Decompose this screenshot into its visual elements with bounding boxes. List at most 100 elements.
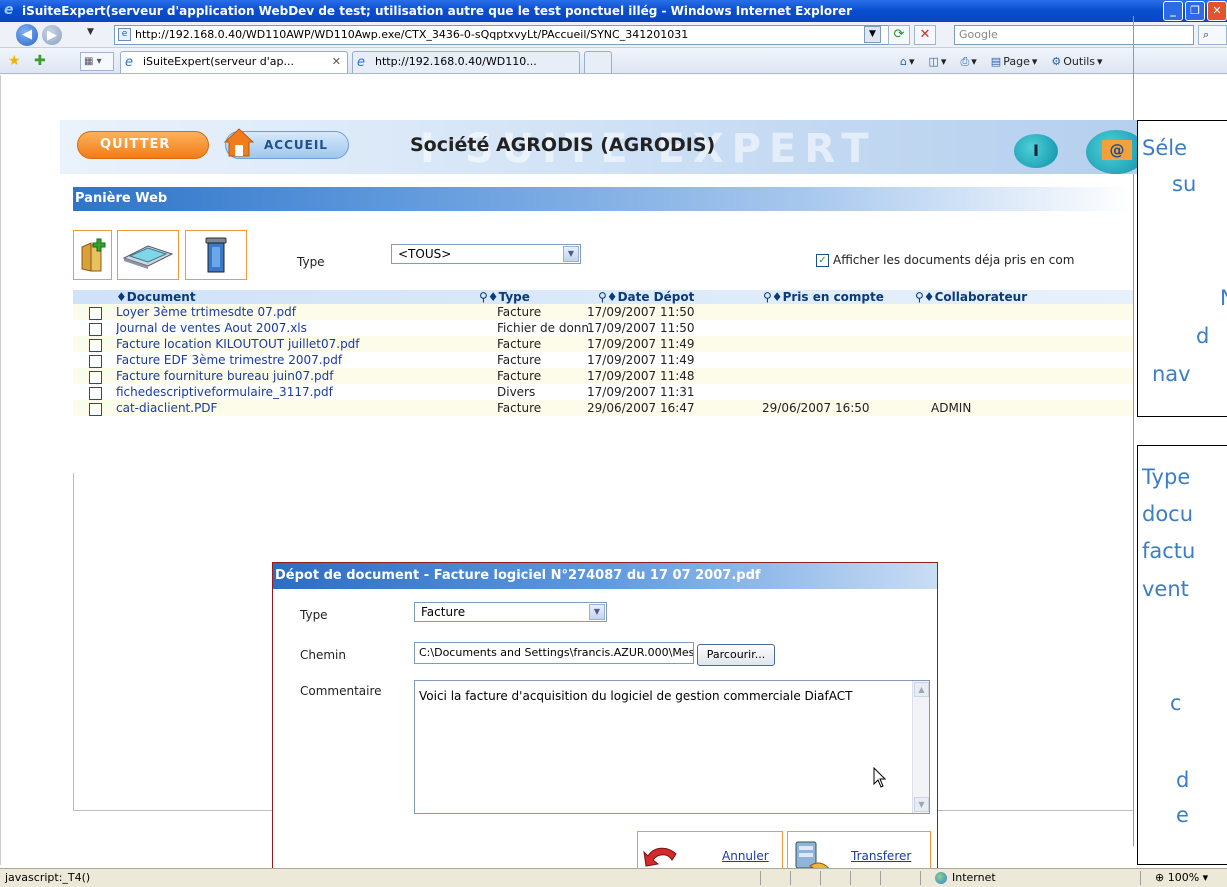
zoom-control[interactable]: ⊕ 100% ▾ (1155, 869, 1208, 887)
show-processed-label: Afficher les documents déja pris en com (833, 253, 1075, 267)
search-icon[interactable]: ⚲ (915, 290, 924, 304)
dialog-title: Dépot de document - Facture logiciel N°2… (273, 563, 937, 589)
scroll-down-icon[interactable]: ▼ (914, 797, 929, 812)
search-icon[interactable]: ⚲ (763, 290, 772, 304)
status-separator (760, 871, 761, 885)
callout-line: docu (1142, 502, 1194, 526)
tab-second[interactable]: e http://192.168.0.40/WD110... (352, 51, 580, 73)
table-row[interactable]: fichedescriptiveformulaire_3117.pdf Dive… (73, 384, 1133, 400)
chevron-down-icon[interactable]: ▼ (589, 604, 605, 620)
history-dropdown-icon[interactable]: ▼ (87, 27, 94, 37)
transfer-link[interactable]: Transferer (851, 849, 911, 863)
document-link[interactable]: Facture location KILOUTOUT juillet07.pdf (116, 336, 486, 352)
quit-button[interactable]: QUITTER (77, 131, 209, 159)
scan-button[interactable] (117, 230, 179, 280)
url-dropdown-icon[interactable]: ▼ (864, 26, 881, 43)
back-button[interactable]: ◀ (16, 24, 38, 46)
document-link[interactable]: fichedescriptiveformulaire_3117.pdf (116, 384, 486, 400)
search-input[interactable]: Google (954, 25, 1194, 45)
delete-button[interactable] (185, 230, 247, 280)
document-type: Divers (497, 385, 536, 399)
close-window-button[interactable]: ✕ (1207, 1, 1227, 21)
scroll-up-icon[interactable]: ▲ (914, 682, 929, 697)
table-row[interactable]: Loyer 3ème trtimesdte 07.pdf Facture 17/… (73, 304, 1133, 320)
search-icon[interactable]: ⚲ (598, 290, 607, 304)
company-title: Société AGRODIS (AGRODIS) (410, 134, 716, 156)
row-checkbox[interactable] (89, 371, 102, 384)
tab-label: iSuiteExpert(serveur d'ap... (143, 55, 294, 68)
comment-scrollbar[interactable]: ▲ ▼ (912, 681, 929, 813)
refresh-button[interactable]: ⟳ (888, 25, 910, 45)
document-date: 17/09/2007 11:50 (587, 305, 695, 319)
tools-menu[interactable]: ⚙ Outils ▾ (1051, 52, 1102, 71)
ie-logo-icon: e (4, 2, 14, 18)
row-checkbox[interactable] (89, 339, 102, 352)
quick-tabs-button[interactable]: ▦ ▾ (80, 52, 114, 71)
document-link[interactable]: Journal de ventes Aout 2007.xls (116, 320, 486, 336)
column-header-document[interactable]: ♦Document (116, 290, 196, 304)
row-checkbox[interactable] (89, 307, 102, 320)
tab-bar: ★ ✚ ▦ ▾ e iSuiteExpert(serveur d'ap... ✕… (0, 48, 1227, 74)
comment-text: Voici la facture d'acquisition du logici… (419, 689, 853, 703)
home-toolbar-button[interactable]: ⌂ ▾ (900, 52, 915, 71)
close-tab-icon[interactable]: ✕ (332, 52, 341, 72)
page-menu[interactable]: ▤ Page ▾ (991, 52, 1038, 71)
table-row[interactable]: Facture EDF 3ème trimestre 2007.pdf Fact… (73, 352, 1133, 368)
new-tab-button[interactable] (584, 51, 612, 73)
row-checkbox[interactable] (89, 323, 102, 336)
column-header-pris[interactable]: ⚲♦Pris en compte (763, 290, 884, 304)
type-filter-label: Type (297, 255, 325, 269)
table-row[interactable]: cat-diaclient.PDF Facture 29/06/2007 16:… (73, 400, 1133, 416)
table-row[interactable]: Facture location KILOUTOUT juillet07.pdf… (73, 336, 1133, 352)
show-processed-toggle[interactable]: ✓ Afficher les documents déja pris en co… (816, 253, 1074, 267)
document-link[interactable]: Loyer 3ème trtimesdte 07.pdf (116, 304, 486, 320)
window-controls: _ ❐ ✕ (1163, 1, 1227, 21)
callout-line: Type (1142, 465, 1191, 489)
show-processed-checkbox[interactable]: ✓ (816, 253, 829, 267)
security-zone[interactable]: Internet (935, 869, 996, 887)
stop-button[interactable]: ✕ (914, 25, 936, 45)
file-path-input[interactable]: C:\Documents and Settings\francis.AZUR.0… (414, 642, 694, 664)
forward-button[interactable]: ▶ (42, 25, 62, 45)
print-button[interactable]: ⎙ ▾ (960, 52, 976, 71)
document-type: Facture (497, 369, 542, 383)
tab-isuiteexpert[interactable]: e iSuiteExpert(serveur d'ap... ✕ (120, 51, 348, 73)
document-link[interactable]: Facture fourniture bureau juin07.pdf (116, 368, 486, 384)
callout-line: c (1170, 691, 1182, 715)
callout-line: e (1176, 803, 1189, 827)
column-header-type[interactable]: ⚲♦Type (479, 290, 530, 304)
type-filter-select[interactable]: <TOUS> ▼ (391, 244, 581, 264)
feeds-button[interactable]: ◫ ▾ (929, 52, 947, 71)
table-row[interactable]: Facture fourniture bureau juin07.pdf Fac… (73, 368, 1133, 384)
tab-label: http://192.168.0.40/WD110... (375, 55, 537, 68)
document-link[interactable]: Facture EDF 3ème trimestre 2007.pdf (116, 352, 486, 368)
add-document-button[interactable] (73, 230, 112, 280)
info-icon[interactable]: I (1014, 134, 1058, 168)
document-date: 17/09/2007 11:48 (587, 369, 695, 383)
header-label: Pris en compte (782, 290, 884, 304)
row-checkbox[interactable] (89, 387, 102, 400)
header-label: Document (126, 290, 196, 304)
add-favorite-icon[interactable]: ✚ (34, 53, 46, 69)
search-icon[interactable]: ⚲ (479, 290, 488, 304)
favorites-star-icon[interactable]: ★ (8, 53, 21, 69)
comment-textarea[interactable]: Voici la facture d'acquisition du logici… (414, 680, 930, 814)
callout-line: factu (1142, 539, 1196, 563)
dialog-type-value: Facture (421, 605, 466, 619)
search-icon[interactable]: ⌕ (1198, 25, 1227, 45)
maximize-button[interactable]: ❐ (1185, 1, 1205, 21)
mouse-cursor-icon (873, 767, 887, 788)
url-input[interactable]: e http://192.168.0.40/WD110AWP/WD110Awp.… (114, 25, 904, 45)
minimize-button[interactable]: _ (1163, 1, 1183, 21)
table-row[interactable]: Journal de ventes Aout 2007.xls Fichier … (73, 320, 1133, 336)
dialog-type-select[interactable]: Facture ▼ (414, 602, 607, 622)
column-header-date[interactable]: ⚲♦Date Dépot (598, 290, 694, 304)
document-link[interactable]: cat-diaclient.PDF (116, 400, 486, 416)
browse-button[interactable]: Parcourir... (697, 644, 775, 666)
row-checkbox[interactable] (89, 355, 102, 368)
cancel-link[interactable]: Annuler (722, 849, 769, 863)
row-checkbox[interactable] (89, 403, 102, 416)
header-label: Collaborateur (934, 290, 1028, 304)
chevron-down-icon[interactable]: ▼ (563, 246, 579, 262)
column-header-collab[interactable]: ⚲♦Collaborateur (915, 290, 1027, 304)
